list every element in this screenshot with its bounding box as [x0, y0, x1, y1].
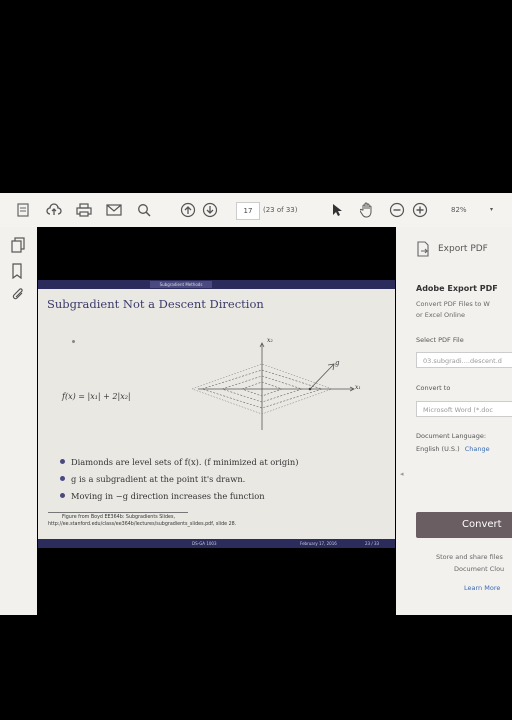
bullet-item: Moving in −g direction increases the fun…: [60, 487, 298, 504]
panel-description-2: or Excel Online: [416, 311, 465, 319]
export-pdf-icon: [417, 241, 429, 257]
create-pdf-icon[interactable]: [14, 199, 32, 221]
export-pdf-title: Export PDF: [438, 244, 488, 254]
bookmark-icon[interactable]: [11, 263, 27, 280]
selected-file-field[interactable]: 03.subgradi....descent.d: [416, 352, 512, 368]
panel-splitter[interactable]: ◂: [396, 227, 408, 615]
slide-bullets: Diamonds are level sets of f(x). (f mini…: [60, 453, 298, 504]
document-language-value: English (U.S.): [416, 445, 460, 453]
vector-label-g: g: [335, 359, 340, 367]
bullet-dot: [60, 459, 65, 464]
bullet-item: g is a subgradient at the point it's dra…: [60, 470, 298, 487]
export-pdf-header[interactable]: Export PDF: [416, 241, 488, 257]
axis-label-x1: x₁: [355, 384, 361, 391]
pdf-page: Subgradient Methods Subgradient Not a De…: [38, 280, 395, 548]
pages-icon[interactable]: [11, 237, 27, 253]
document-language-row: English (U.S.) Change: [416, 445, 490, 453]
collapse-panel-handle[interactable]: ◂: [400, 470, 404, 478]
slide-title: Subgradient Not a Descent Direction: [47, 297, 264, 311]
store-share-text-1: Store and share files: [436, 553, 503, 561]
zoom-value: 82%: [451, 206, 467, 214]
footer-date: February 17, 2016: [300, 541, 337, 546]
panel-heading: Adobe Export PDF: [416, 284, 498, 293]
hand-tool-icon[interactable]: [356, 199, 378, 221]
zoom-in-icon[interactable]: [410, 199, 430, 221]
bullet-dot: [60, 493, 65, 498]
email-icon[interactable]: [104, 199, 124, 221]
bullet-dot: [60, 476, 65, 481]
slide-formula: f(x) = |x₁| + 2|x₂|: [62, 392, 131, 401]
right-tools-panel: Export PDF Adobe Export PDF Convert PDF …: [408, 227, 512, 615]
small-dot: [72, 340, 75, 343]
search-icon[interactable]: [134, 199, 154, 221]
level-set-diagram: [191, 342, 355, 430]
zoom-select[interactable]: 82% ▾: [447, 202, 497, 218]
select-cursor-icon[interactable]: [328, 199, 346, 221]
bullet-item: Diamonds are level sets of f(x). (f mini…: [60, 453, 298, 470]
select-file-label: Select PDF File: [416, 336, 464, 344]
change-language-link[interactable]: Change: [465, 445, 490, 453]
document-viewer[interactable]: Subgradient Methods Subgradient Not a De…: [37, 227, 396, 615]
pdf-reader-window: 17 (23 of 33) 82% ▾ Subgradient Methods …: [0, 193, 512, 615]
convert-to-label: Convert to: [416, 384, 451, 392]
footer-course: DS-GA 1003: [192, 541, 217, 546]
page-number-input[interactable]: 17: [236, 202, 260, 220]
page-count: (23 of 33): [263, 206, 298, 214]
convert-to-select[interactable]: Microsoft Word (*.doc: [416, 401, 512, 417]
print-icon[interactable]: [74, 199, 94, 221]
toolbar: 17 (23 of 33) 82% ▾: [0, 193, 512, 228]
axis-label-x2: x₂: [267, 337, 273, 344]
reference-line-2[interactable]: http://ee.stanford.edu/class/ee364b/lect…: [48, 522, 236, 529]
convert-button[interactable]: Convert: [416, 512, 512, 538]
attachment-icon[interactable]: [11, 287, 27, 303]
footer-page: 23 / 33: [365, 541, 380, 546]
chevron-down-icon: ▾: [489, 206, 493, 213]
store-share-text-2: Document Clou: [454, 565, 505, 573]
next-page-icon[interactable]: [200, 199, 220, 221]
slide-reference: Figure from Boyd EE364b: Subgradients Sl…: [48, 512, 236, 528]
reference-rule: [48, 512, 188, 513]
upload-cloud-icon[interactable]: [44, 199, 64, 221]
ribbon-section-title: Subgradient Methods: [150, 281, 212, 288]
document-language-label: Document Language:: [416, 432, 487, 440]
slide-footer: DS-GA 1003 February 17, 2016 23 / 33: [38, 539, 395, 548]
learn-more-link[interactable]: Learn More: [464, 584, 500, 592]
previous-page-icon[interactable]: [178, 199, 198, 221]
zoom-out-icon[interactable]: [388, 199, 406, 221]
left-sidebar: [0, 227, 37, 615]
panel-description-1: Convert PDF Files to W: [416, 300, 490, 308]
slide-header-ribbon: Subgradient Methods: [38, 280, 395, 289]
